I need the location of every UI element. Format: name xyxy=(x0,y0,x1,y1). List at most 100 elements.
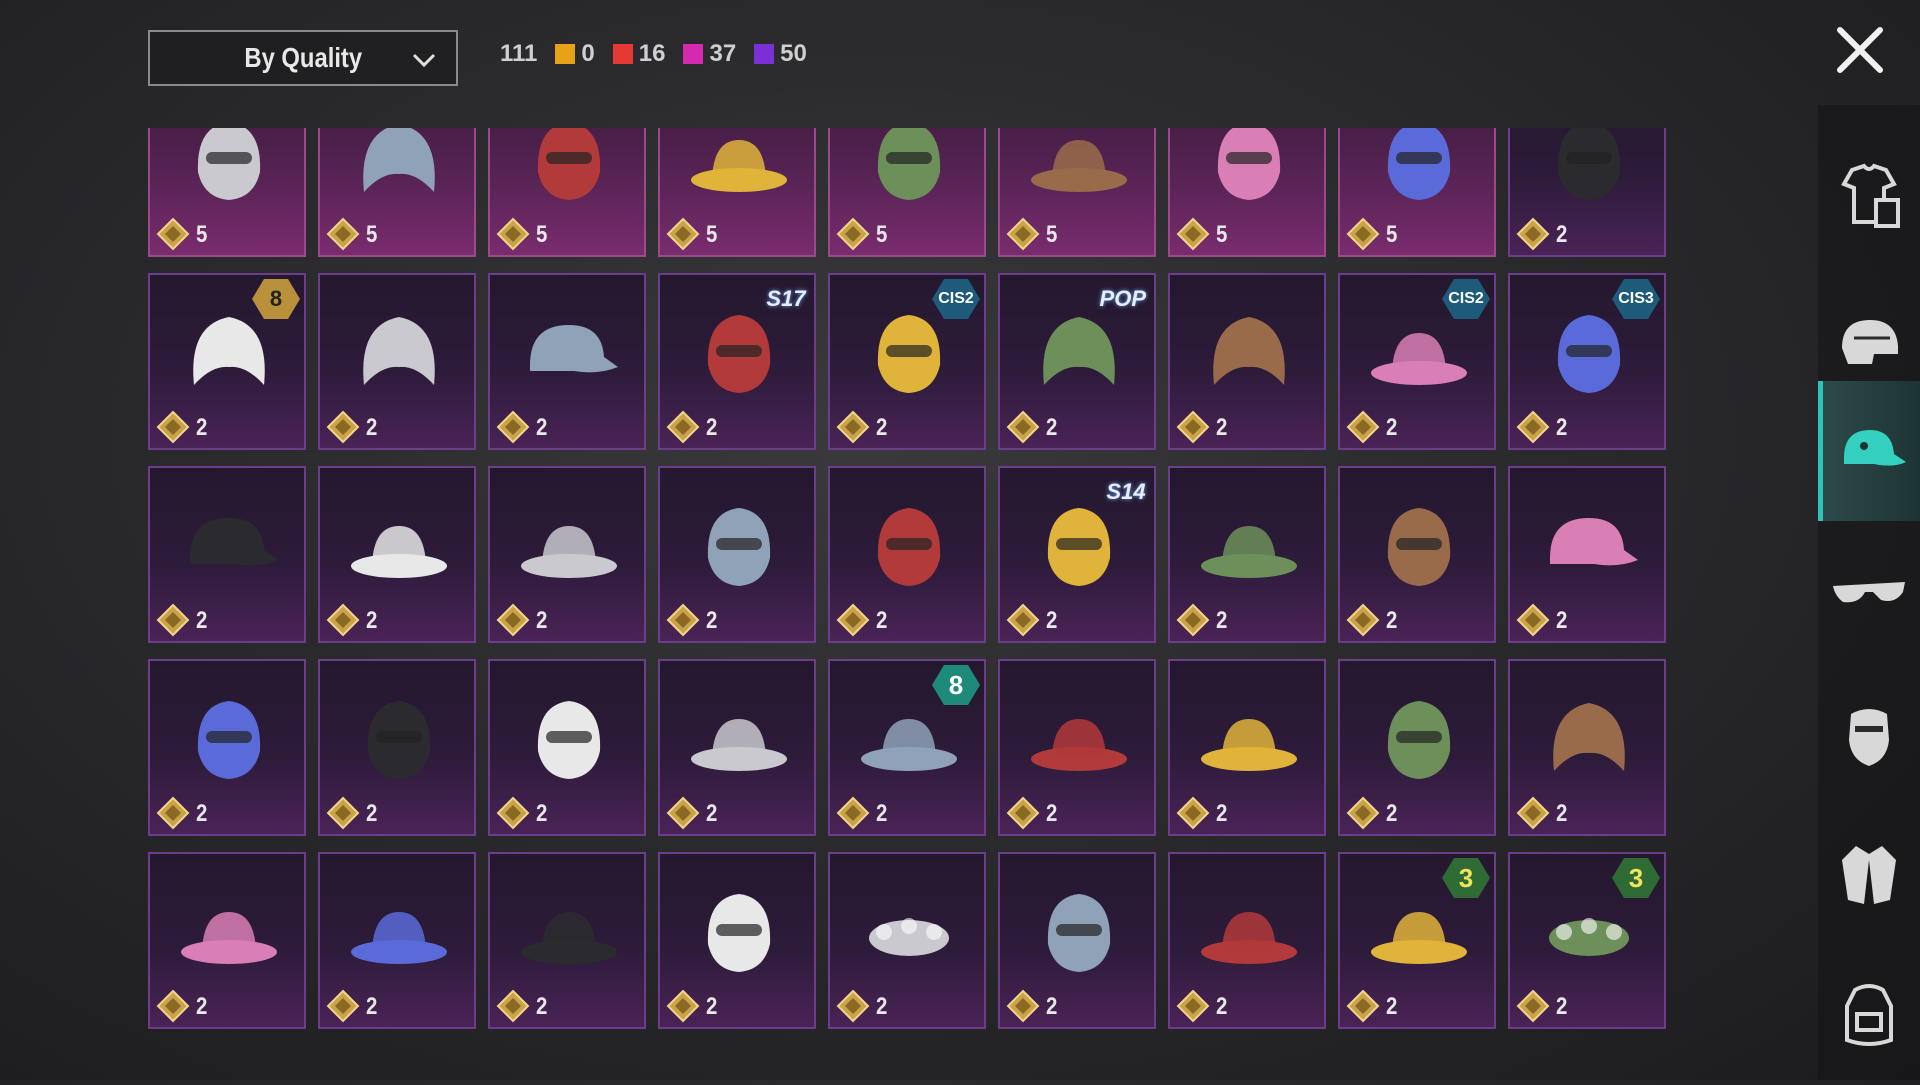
item-card-chicken-head[interactable]: 5 xyxy=(1168,128,1326,257)
chevron-down-icon xyxy=(412,53,436,68)
item-card-brown-fedora[interactable]: 2 xyxy=(488,466,646,643)
item-card-birthday-hat[interactable]: 5 xyxy=(998,128,1156,257)
item-card-steampunk-hat[interactable]: 2 xyxy=(1168,466,1326,643)
sidebar-item-mask[interactable] xyxy=(1818,665,1920,805)
item-card-knight-helmet[interactable]: S14 2 xyxy=(998,466,1156,643)
item-card-white-feather-hat[interactable]: 2 xyxy=(1168,659,1326,836)
item-card-white-flower-crown[interactable]: 32 xyxy=(1508,852,1666,1029)
item-card-white-turban[interactable]: 2 xyxy=(1338,466,1496,643)
coin-icon xyxy=(496,217,530,251)
item-price: 2 xyxy=(1046,607,1058,634)
sidebar-item-outfit[interactable] xyxy=(1818,125,1920,265)
item-card-bunny-ear-helmet[interactable]: 2 xyxy=(1508,128,1666,257)
close-icon[interactable] xyxy=(1830,20,1890,80)
item-card-pink-moto-helmet[interactable]: 2 xyxy=(148,659,306,836)
item-card-horned-helmet[interactable]: S17 2 xyxy=(658,273,816,450)
item-price: 5 xyxy=(1046,221,1058,248)
black-helmet-icon xyxy=(684,488,794,598)
item-card-black-bowler[interactable]: 2 xyxy=(318,852,476,1029)
conical-hat-mask-icon xyxy=(684,128,794,212)
item-card-camera-helmet[interactable]: 5 xyxy=(148,128,306,257)
item-card-red-fedora[interactable]: 2 xyxy=(488,852,646,1029)
sidebar-item-jacket[interactable] xyxy=(1818,805,1920,945)
item-price: 2 xyxy=(366,993,378,1020)
clown-mask-icon xyxy=(854,488,964,598)
item-card-black-helmet[interactable]: 2 xyxy=(658,466,816,643)
item-card-yellow-bucket-hat[interactable]: 2 xyxy=(658,659,816,836)
item-card-wrestler-mask[interactable]: 2 xyxy=(1338,659,1496,836)
coin-icon xyxy=(666,796,700,830)
item-price: 2 xyxy=(1046,993,1058,1020)
coin-icon xyxy=(666,989,700,1023)
item-grid: 5 5 5 5 5 5 5 5 2 8 2 2 2 S17 2 CIS2 2 POP 2 2 CIS2 2 CIS3 2 2 2 2… xyxy=(148,128,1670,1029)
sort-dropdown[interactable]: By Quality xyxy=(148,30,458,86)
item-card-zombie-hood[interactable]: 82 xyxy=(148,273,306,450)
item-price: 2 xyxy=(1386,800,1398,827)
item-card-black-fedora[interactable]: 2 xyxy=(318,466,476,643)
item-card-clown-mask[interactable]: 2 xyxy=(828,466,986,643)
item-price: 2 xyxy=(536,607,548,634)
sidebar-item-backpack[interactable] xyxy=(1818,945,1920,1085)
item-price: 2 xyxy=(196,993,208,1020)
red-beret-icon xyxy=(174,874,284,984)
item-card-conical-hat-mask[interactable]: 5 xyxy=(658,128,816,257)
item-badge: S17 xyxy=(766,286,806,311)
quality-count-red: 16 xyxy=(612,40,665,68)
item-card-grey-cap[interactable]: 2 xyxy=(148,466,306,643)
item-price: 2 xyxy=(1556,414,1568,441)
item-card-pink-cap[interactable]: 2 xyxy=(1508,466,1666,643)
item-price: 2 xyxy=(536,800,548,827)
item-card-camo-boonie[interactable]: 82 xyxy=(828,659,986,836)
grey-cap-icon xyxy=(174,488,284,598)
item-card-shark-hood[interactable]: 2 xyxy=(1508,659,1666,836)
sidebar-item-cap[interactable] xyxy=(1818,381,1920,521)
item-card-red-hair-goggles[interactable]: 2 xyxy=(318,273,476,450)
item-card-barrel-helmet[interactable]: CIS3 2 xyxy=(1508,273,1666,450)
coin-icon xyxy=(326,989,360,1023)
pink-moto-helmet-icon xyxy=(174,681,284,791)
item-card-blue-tech-helmet[interactable]: 5 xyxy=(488,128,646,257)
item-price: 2 xyxy=(1556,221,1568,248)
braided-hair-icon xyxy=(1194,295,1304,405)
item-card-striped-beanie[interactable]: CIS2 2 xyxy=(828,273,986,450)
item-card-football-helmet[interactable]: 2 xyxy=(998,852,1156,1029)
item-card-red-beret[interactable]: 2 xyxy=(148,852,306,1029)
item-card-cat-headphones[interactable]: 2 xyxy=(488,659,646,836)
item-grid-viewport[interactable]: 5 5 5 5 5 5 5 5 2 8 2 2 2 S17 2 CIS2 2 POP 2 2 CIS2 2 CIS3 2 2 2 2… xyxy=(148,128,1670,1038)
item-card-braided-hair[interactable]: 2 xyxy=(1168,273,1326,450)
black-mesh-cap-icon xyxy=(514,295,624,405)
coin-icon xyxy=(1346,217,1380,251)
item-price: 2 xyxy=(1386,414,1398,441)
item-card-red-bucket-hat[interactable]: 2 xyxy=(1168,852,1326,1029)
item-card-pirate-tricorn[interactable]: 2 xyxy=(998,659,1156,836)
coin-icon xyxy=(1346,603,1380,637)
red-swatch xyxy=(612,44,633,64)
sidebar-item-glasses[interactable] xyxy=(1818,525,1920,665)
coin-icon xyxy=(1006,603,1040,637)
item-card-bunny-head[interactable]: 5 xyxy=(1338,128,1496,257)
item-card-frankenstein-mask[interactable]: 5 xyxy=(828,128,986,257)
item-card-silver-goggle-hood[interactable]: 5 xyxy=(318,128,476,257)
item-card-black-mesh-cap[interactable]: 2 xyxy=(488,273,646,450)
item-price: 2 xyxy=(1556,800,1568,827)
item-price: 5 xyxy=(706,221,718,248)
item-card-winter-beanie[interactable]: 2 xyxy=(318,659,476,836)
item-price: 5 xyxy=(1216,221,1228,248)
item-card-chef-hat[interactable]: CIS2 2 xyxy=(1338,273,1496,450)
coin-icon xyxy=(1176,989,1210,1023)
item-card-silver-wig[interactable]: POP 2 xyxy=(998,273,1156,450)
coin-icon xyxy=(1346,796,1380,830)
item-price: 2 xyxy=(876,800,888,827)
item-card-black-trilby[interactable]: 32 xyxy=(1338,852,1496,1029)
total-count: 111 xyxy=(500,40,538,67)
black-fedora-icon xyxy=(344,488,454,598)
coin-icon xyxy=(1516,603,1550,637)
item-price: 2 xyxy=(1216,993,1228,1020)
item-card-shark-head[interactable]: 2 xyxy=(658,852,816,1029)
item-card-purple-flower-crown[interactable]: 2 xyxy=(828,852,986,1029)
coin-icon xyxy=(1006,217,1040,251)
steampunk-hat-icon xyxy=(1194,488,1304,598)
item-price: 2 xyxy=(1556,607,1568,634)
category-sidebar xyxy=(1818,105,1920,1080)
coin-icon xyxy=(1516,410,1550,444)
